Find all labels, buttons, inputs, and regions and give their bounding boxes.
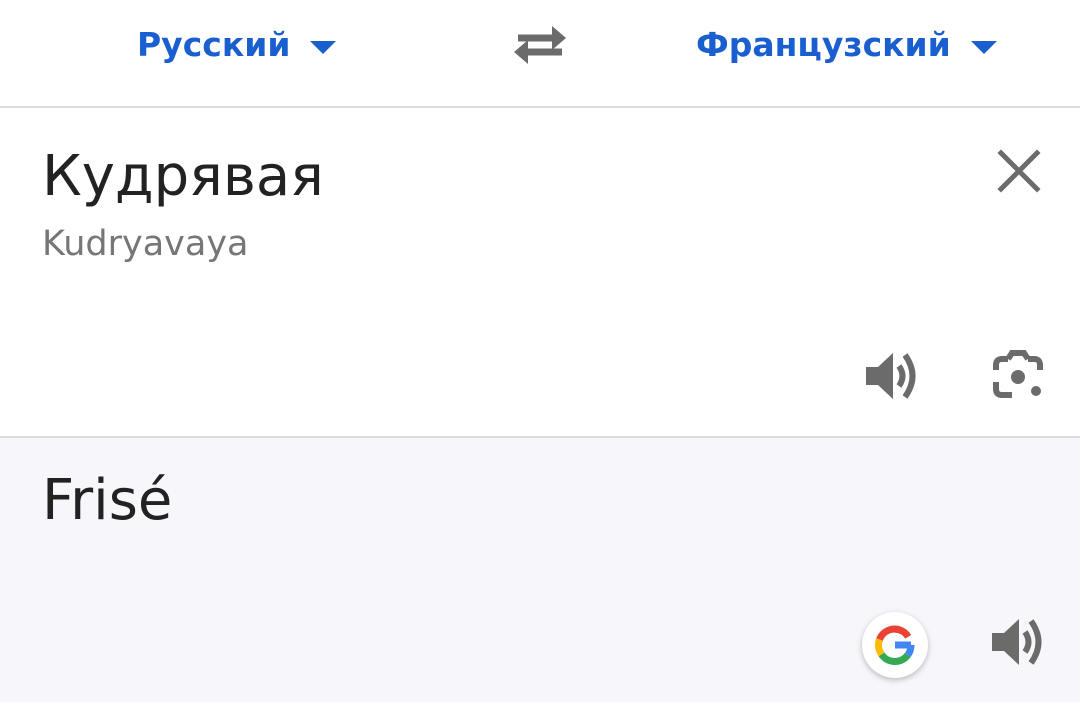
- target-language-selector[interactable]: Французский: [696, 22, 997, 66]
- caret-down-icon: [970, 40, 997, 54]
- target-panel: Frisé: [0, 438, 1080, 702]
- camera-lens-icon: [993, 350, 1043, 398]
- source-text[interactable]: Кудрявая: [42, 144, 324, 209]
- source-language-label: Русский: [137, 24, 291, 64]
- translated-text[interactable]: Frisé: [42, 468, 172, 533]
- speaker-icon: [866, 353, 916, 399]
- clear-input-button[interactable]: [994, 146, 1044, 196]
- caret-down-icon: [310, 40, 337, 54]
- speaker-icon: [992, 619, 1042, 665]
- listen-translation-button[interactable]: [988, 614, 1048, 670]
- close-icon: [997, 149, 1041, 193]
- listen-source-button[interactable]: [862, 348, 922, 404]
- language-bar: Русский Французский: [0, 0, 1080, 108]
- swap-arrows-icon: [514, 26, 566, 64]
- source-transliteration: Kudryavaya: [42, 224, 249, 264]
- target-language-label: Французский: [696, 24, 951, 64]
- google-g-icon: [875, 625, 915, 666]
- source-language-selector[interactable]: Русский: [137, 22, 337, 66]
- swap-languages-button[interactable]: [512, 22, 568, 66]
- source-panel: Кудрявая Kudryavaya: [0, 108, 1080, 438]
- camera-lens-button[interactable]: [988, 348, 1048, 404]
- google-badge[interactable]: [862, 612, 928, 678]
